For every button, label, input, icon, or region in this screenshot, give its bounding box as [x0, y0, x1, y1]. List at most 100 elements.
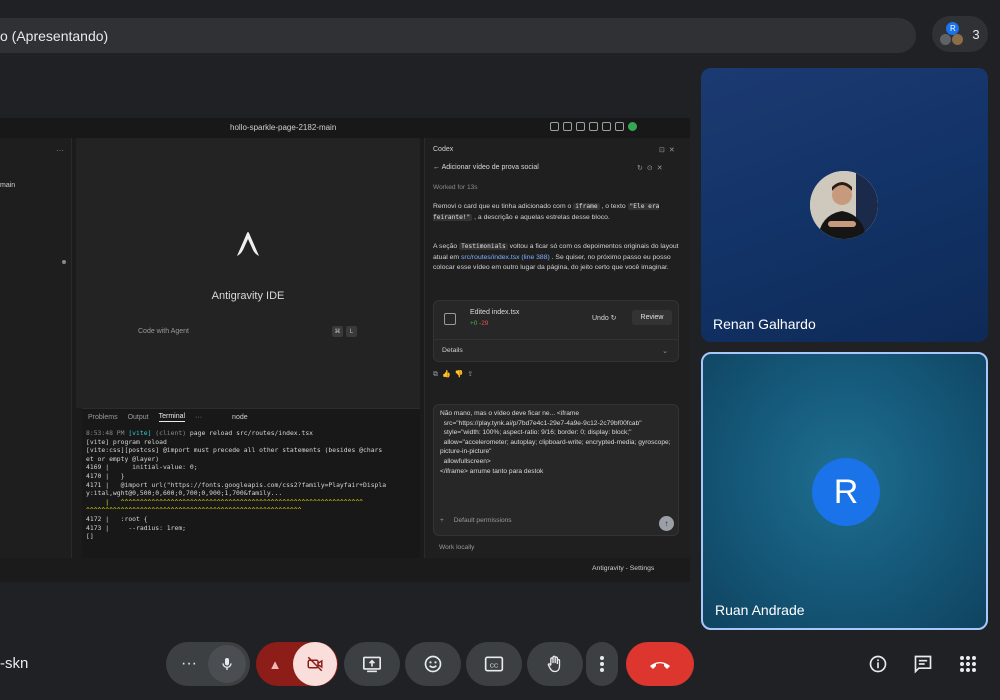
- terminal-line: | ^^^^^^^^^^^^^^^^^^^^^^^^^^^^^^^^^^^^^^…: [86, 498, 416, 507]
- meet-window: o (Apresentando) R 3 hollo-sparkle-page-…: [0, 0, 1000, 700]
- code-inline: iframe: [573, 203, 600, 210]
- sidebar-icon: [563, 122, 572, 131]
- terminal-line: [vite:css][postcss] @import must precede…: [86, 446, 416, 455]
- terminal-line: 4173 | --radius: 1rem;: [86, 524, 416, 533]
- more-tabs: ···: [195, 413, 203, 421]
- captions-button[interactable]: CC: [466, 642, 522, 686]
- tab-problems: Problems: [88, 413, 118, 421]
- raise-hand-button[interactable]: [527, 642, 583, 686]
- terminal-scope: (client): [151, 429, 190, 437]
- participant-name: Ruan Andrade: [715, 602, 805, 618]
- chat-icon: [914, 655, 932, 674]
- ide-terminal-panel: Problems Output Terminal ··· node 8:53:4…: [82, 408, 420, 558]
- camera-toggle-button[interactable]: [293, 642, 337, 686]
- microphone-button[interactable]: [208, 645, 246, 683]
- terminal-text: 4169 | initial-value: 0;: [86, 463, 198, 472]
- codex-composer: Não mano, mas o vídeo deve ficar ne... <…: [433, 404, 679, 536]
- participant-tile[interactable]: Renan Galhardo: [701, 68, 988, 342]
- participant-tile-active[interactable]: R Ruan Andrade: [701, 352, 988, 630]
- composer-text: Não mano, mas o vídeo deve ficar ne... <…: [440, 410, 671, 475]
- meeting-code: -skn: [0, 655, 29, 672]
- terminal-line: 4170 | }: [86, 472, 416, 481]
- chat-button[interactable]: [911, 652, 935, 676]
- people-button[interactable]: R 3: [932, 16, 988, 52]
- end-call-button[interactable]: [626, 642, 694, 686]
- presenting-banner[interactable]: o (Apresentando): [0, 18, 916, 53]
- msg-text: , a descrição e aquelas estrelas desse b…: [472, 213, 610, 221]
- code-with-agent-hint: Code with Agent: [138, 328, 189, 335]
- terminal-text: y:ital,wght@0,500;0,600;0,700;0,900;1,70…: [86, 489, 283, 498]
- branch-item: main: [0, 182, 16, 189]
- codex-message-2: A seção Testimonials voltou a ficar só c…: [433, 242, 679, 274]
- shortcut-key: ⌘: [332, 326, 343, 337]
- gear-icon: [615, 122, 624, 131]
- terminal-line: [vite] program reload: [86, 438, 416, 447]
- worked-duration: Worked for 13s: [433, 184, 478, 191]
- terminal-text: [vite:css][postcss] @import must precede…: [86, 446, 383, 455]
- emoji-reaction-button[interactable]: [405, 642, 461, 686]
- account-avatar: [628, 122, 637, 131]
- codex-panel: Codex ⊡✕ ← Adicionar vídeo de prova soci…: [424, 138, 690, 582]
- file-link: src/routes/index.tsx (line 388): [460, 253, 550, 261]
- terminal-text: [vite] program reload: [86, 437, 167, 446]
- participant-letter-avatar: R: [812, 458, 880, 526]
- terminal-text: et or empty @layer): [86, 454, 160, 463]
- msg-text: , o texto: [599, 203, 628, 210]
- shared-screen: hollo-sparkle-page-2182-main ··· main An…: [0, 118, 690, 582]
- terminal-tag: [vite]: [128, 429, 152, 437]
- work-locally-label: Work locally: [439, 544, 475, 551]
- terminal-text: 4170 | }: [86, 471, 125, 480]
- participant-photo-avatar: [810, 171, 878, 239]
- people-avatar: [940, 34, 952, 45]
- more-vert-icon: [600, 656, 604, 672]
- ide-window-title: hollo-sparkle-page-2182-main: [230, 123, 337, 132]
- end-call-icon: [650, 662, 670, 669]
- terminal-node-label: node: [232, 413, 248, 421]
- captions-icon: CC: [484, 656, 504, 672]
- more-vert-button[interactable]: [586, 642, 618, 686]
- terminal-line: 4172 | :root {: [86, 515, 416, 524]
- raise-hand-icon: [547, 655, 561, 673]
- diff-deletions: -29: [479, 320, 489, 327]
- present-screen-button[interactable]: [344, 642, 400, 686]
- tab-output: Output: [127, 413, 149, 421]
- shortcut-key: L: [346, 326, 357, 337]
- info-icon: [869, 655, 887, 673]
- more-options-icon[interactable]: ···: [170, 655, 208, 673]
- plus-icon: +: [440, 517, 444, 524]
- people-count: 3: [972, 26, 980, 42]
- antigravity-logo-icon: [237, 232, 259, 256]
- thread-title-text: Adicionar vídeo de prova social: [441, 164, 539, 171]
- ide-titlebar: hollo-sparkle-page-2182-main: [0, 118, 690, 138]
- diff-additions: +0: [470, 320, 478, 327]
- tab-terminal: Terminal: [158, 412, 186, 422]
- terminal-output: 8:53:48 PM [vite] (client) page reload s…: [86, 429, 416, 541]
- panel-icon: [576, 122, 585, 131]
- terminal-line: et or empty @layer): [86, 455, 416, 464]
- info-button[interactable]: [866, 652, 890, 676]
- search-icon: [602, 122, 611, 131]
- layout-icon: [550, 122, 559, 131]
- terminal-text: ^^^^^^^^^^^^^^^^^^^^^^^^^^^^^^^^^^^^^^^^…: [86, 506, 302, 515]
- activities-button[interactable]: [956, 652, 980, 676]
- terminal-line: []: [86, 532, 416, 541]
- permissions-label: Default permissions: [453, 517, 512, 524]
- terminal-tabs: Problems Output Terminal ··· node: [82, 409, 420, 425]
- terminal-timestamp: 8:53:48 PM: [86, 429, 129, 437]
- code-inline: Testimonials: [459, 243, 508, 250]
- review-label: Review: [632, 310, 672, 325]
- presenting-label: o (Apresentando): [0, 27, 109, 44]
- terminal-line: ^^^^^^^^^^^^^^^^^^^^^^^^^^^^^^^^^^^^^^^^…: [86, 506, 416, 515]
- send-icon: ↑: [659, 516, 674, 531]
- composer-toolbar: + Default permissions ↑: [440, 516, 674, 531]
- person-photo-icon: [810, 171, 878, 239]
- people-avatars: R: [940, 22, 964, 46]
- details-label: Details: [442, 347, 463, 354]
- chevron-up-icon[interactable]: ▲: [257, 657, 293, 672]
- present-screen-icon: [363, 656, 381, 673]
- terminal-text: page reload src/routes/index.tsx: [189, 429, 314, 437]
- codex-message-1: Removi o card que eu tinha adicionado co…: [433, 202, 679, 223]
- edited-file-name: Edited index.tsx: [470, 309, 520, 316]
- codex-header-icons: ⊡✕: [659, 147, 679, 154]
- undo-label: Undo ↻: [592, 315, 617, 322]
